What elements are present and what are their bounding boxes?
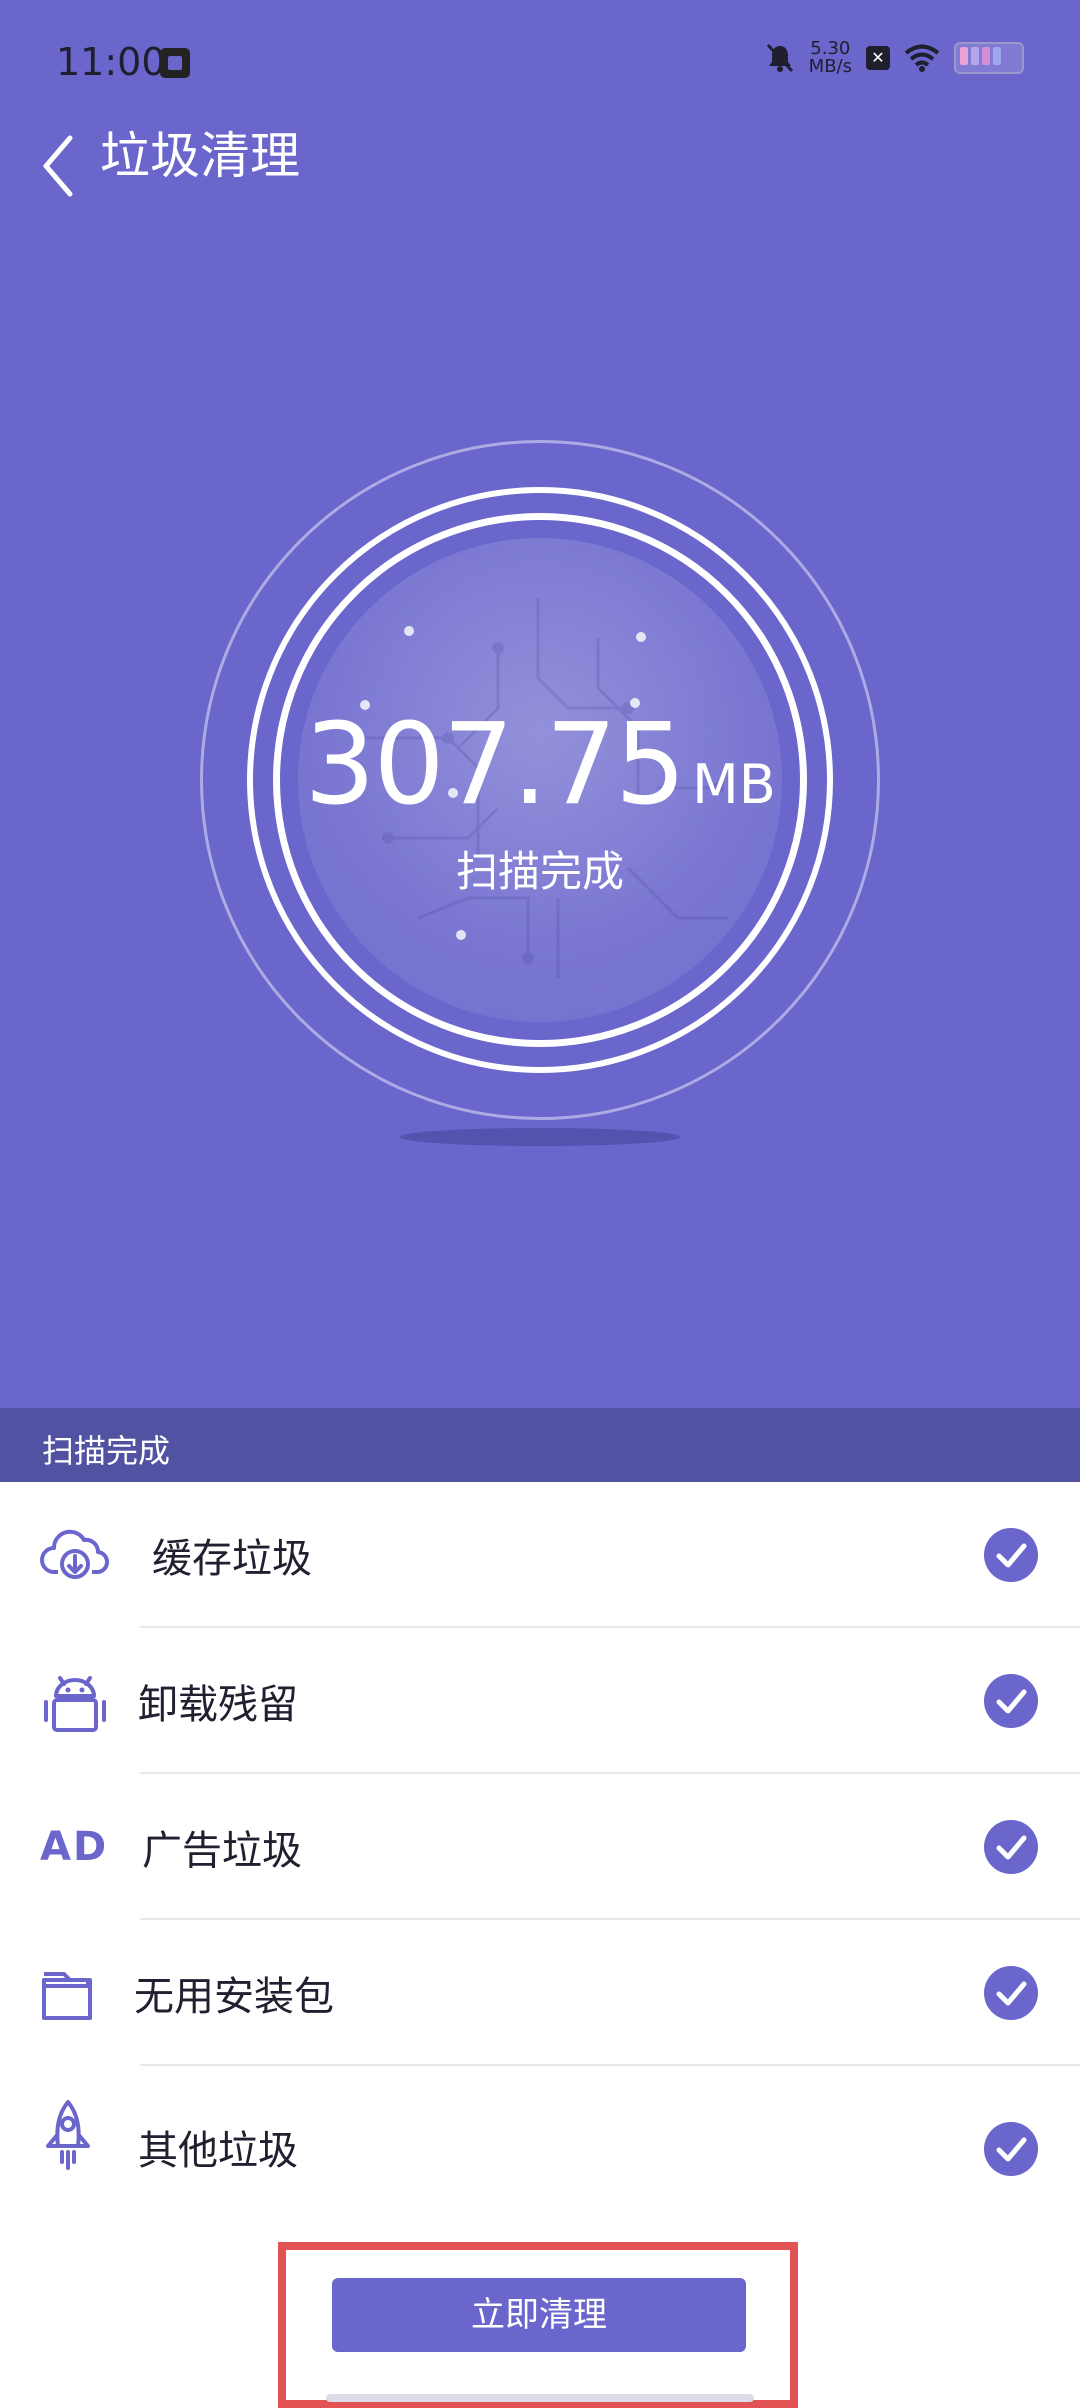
folder-icon [40,1960,110,2026]
app-header: 垃圾清理 [0,110,1080,230]
junk-size-number: 307.75 [304,700,686,830]
list-item-other-junk[interactable]: 其他垃圾 [0,2066,1080,2212]
list-item-unused-apk[interactable]: 无用安装包 [0,1920,1080,2066]
list-item-cache[interactable]: 缓存垃圾 [0,1482,1080,1628]
junk-size: 307.75 MB [200,700,880,830]
back-arrow-icon[interactable] [36,126,88,206]
bell-mute-icon [765,42,795,74]
status-bar: 11:00 5.30 MB/s ✕ [0,0,1080,120]
rocket-icon [40,2096,110,2176]
list-item-uninstall-residue[interactable]: 卸载残留 [0,1628,1080,1774]
android-icon [40,1668,110,1734]
circle-shadow [400,1128,680,1146]
junk-category-list: 缓存垃圾 卸载残留 AD 广告垃圾 无用安装包 其他垃圾 [0,1482,1080,2212]
check-icon[interactable] [984,2122,1038,2176]
clean-now-button[interactable]: 立即清理 [332,2278,746,2352]
ad-icon: AD [40,1814,110,1880]
check-icon[interactable] [984,1966,1038,2020]
check-icon[interactable] [984,1674,1038,1728]
sparkle-dot [636,632,646,642]
battery-icon [954,42,1024,74]
list-item-label: 广告垃圾 [142,1828,302,1874]
section-header: 扫描完成 [0,1408,1080,1482]
network-speed: 5.30 MB/s [809,40,852,76]
list-item-ad-junk[interactable]: AD 广告垃圾 [0,1774,1080,1920]
sparkle-dot [456,930,466,940]
home-indicator[interactable] [326,2394,754,2402]
network-speed-unit: MB/s [808,56,852,77]
list-item-label: 其他垃圾 [138,2128,298,2174]
list-item-label: 缓存垃圾 [152,1536,312,1582]
scan-result-circle: 307.75 MB 扫描完成 [200,440,880,1120]
cloud-download-icon [40,1522,110,1588]
notification-app-icon [160,48,190,78]
section-header-label: 扫描完成 [42,1432,171,1470]
list-item-label: 无用安装包 [134,1974,334,2020]
page-title: 垃圾清理 [100,127,300,185]
status-time: 11:00 [56,40,166,84]
sparkle-dot [404,626,414,636]
junk-size-unit: MB [692,753,776,816]
check-icon[interactable] [984,1528,1038,1582]
close-box-icon: ✕ [866,46,890,70]
scan-status-text: 扫描完成 [455,847,624,896]
status-right-group: 5.30 MB/s ✕ [765,40,1024,76]
check-icon[interactable] [984,1820,1038,1874]
list-item-label: 卸载残留 [138,1682,298,1728]
ad-icon-text: AD [40,1824,109,1870]
wifi-icon [904,44,940,72]
